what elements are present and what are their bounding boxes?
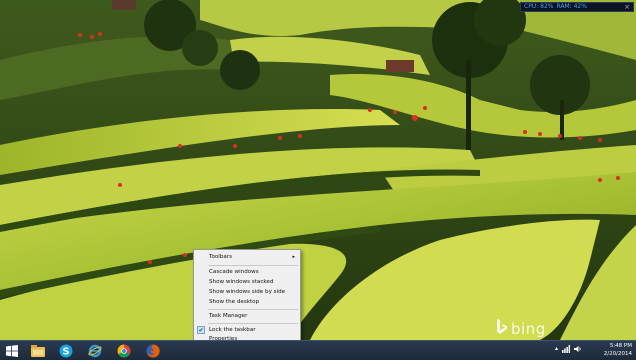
- menu-item-label: Task Manager: [209, 313, 248, 319]
- chrome-icon[interactable]: [114, 342, 134, 360]
- menu-item-label: Cascade windows: [209, 269, 259, 275]
- bing-wordmark: bing: [511, 320, 546, 338]
- menu-item-task-manager[interactable]: Task Manager: [194, 311, 300, 321]
- clock-time: 5:48 PM: [609, 343, 632, 349]
- menu-item-label: Show windows stacked: [209, 279, 274, 285]
- cpu-usage: CPU: 82%: [524, 3, 554, 10]
- menu-item-label: Show the desktop: [209, 299, 260, 305]
- menu-item-label: Show windows side by side: [209, 289, 286, 295]
- internet-explorer-icon[interactable]: [85, 342, 105, 360]
- menu-separator: [208, 265, 298, 266]
- volume-icon[interactable]: [574, 345, 582, 353]
- firefox-icon[interactable]: [143, 342, 163, 360]
- system-tray: ▴: [555, 345, 582, 353]
- menu-item-show-windows-side-by-side[interactable]: Show windows side by side: [194, 287, 300, 297]
- show-hidden-icons-arrow-icon[interactable]: ▴: [555, 345, 558, 353]
- clock-date: 2/20/2014: [603, 351, 632, 357]
- file-explorer-icon[interactable]: [28, 342, 48, 360]
- clock[interactable]: 5:48 PM 2/20/2014: [604, 342, 632, 358]
- submenu-arrow-icon: ▸: [292, 254, 295, 260]
- cpu-ram-meter[interactable]: CPU: 82% RAM: 42% ×: [520, 2, 634, 12]
- taskbar[interactable]: S ▴ 5:48 PM 2/20/2014: [0, 340, 636, 360]
- bing-logo-icon: [496, 318, 508, 340]
- skype-icon[interactable]: S: [56, 342, 76, 360]
- menu-item-cascade-windows[interactable]: Cascade windows: [194, 267, 300, 277]
- menu-separator: [208, 309, 298, 310]
- bing-watermark: bing: [496, 318, 546, 340]
- menu-separator: [208, 323, 298, 324]
- menu-item-show-windows-stacked[interactable]: Show windows stacked: [194, 277, 300, 287]
- meter-close-icon[interactable]: ×: [624, 2, 630, 12]
- windows-logo-icon: [6, 345, 18, 357]
- menu-item-show-the-desktop[interactable]: Show the desktop: [194, 297, 300, 307]
- svg-text:S: S: [62, 347, 69, 358]
- menu-item-label: Toolbars: [209, 254, 233, 260]
- ram-usage: RAM: 42%: [556, 3, 587, 10]
- desktop-wallpaper[interactable]: [0, 0, 636, 340]
- start-button[interactable]: [2, 342, 22, 360]
- menu-item-label: Lock the taskbar: [209, 327, 256, 333]
- taskbar-context-menu: Toolbars ▸ Cascade windows Show windows …: [193, 249, 301, 344]
- network-icon[interactable]: [562, 345, 570, 353]
- menu-item-toolbars[interactable]: Toolbars ▸: [194, 252, 300, 262]
- checkmark-icon: ✔: [197, 326, 205, 334]
